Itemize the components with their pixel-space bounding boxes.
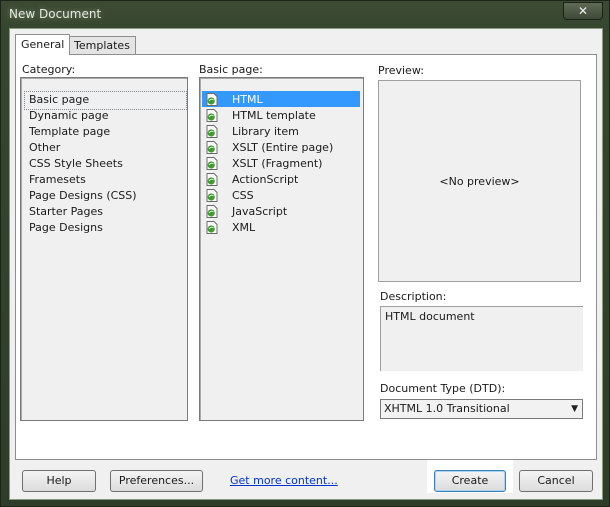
preferences-button[interactable]: Preferences... (110, 470, 203, 492)
tab-templates[interactable]: Templates (68, 36, 136, 54)
description-text: HTML document (385, 310, 475, 323)
description-label: Description: (380, 290, 447, 303)
basic-page-label: Basic page: (199, 63, 263, 76)
document-icon (206, 173, 218, 186)
document-icon (206, 221, 218, 234)
cancel-button[interactable]: Cancel (519, 470, 593, 492)
category-item-basic-page[interactable]: Basic page (29, 92, 89, 107)
basic-page-item[interactable]: HTML template (232, 108, 316, 123)
category-item-dynamic-page[interactable]: Dynamic page (29, 108, 108, 123)
general-panel: Category: Basic page Dynamic page Templa… (15, 54, 597, 460)
help-button[interactable]: Help (22, 470, 96, 492)
basic-page-item[interactable]: HTML (232, 92, 263, 107)
basic-page-item[interactable]: ActionScript (232, 172, 298, 187)
basic-page-selection (202, 91, 360, 107)
preview-pane: <No preview> (378, 80, 581, 282)
category-label: Category: (22, 63, 76, 76)
basic-page-item[interactable]: CSS (232, 188, 254, 203)
tab-general[interactable]: General (15, 34, 71, 55)
doctype-label: Document Type (DTD): (380, 382, 506, 395)
document-icon (206, 189, 218, 202)
category-item-page-designs[interactable]: Page Designs (29, 220, 103, 235)
doctype-value: XHTML 1.0 Transitional (384, 402, 510, 415)
category-item-framesets[interactable]: Framesets (29, 172, 86, 187)
chevron-down-icon[interactable]: ▼ (571, 400, 578, 418)
category-item-page-designs-css[interactable]: Page Designs (CSS) (29, 188, 137, 203)
create-button[interactable]: Create (434, 470, 506, 492)
doctype-select[interactable]: XHTML 1.0 Transitional ▼ (380, 399, 583, 419)
preview-text: <No preview> (439, 174, 520, 188)
basic-page-item[interactable]: JavaScript (232, 204, 287, 219)
basic-page-item[interactable]: Library item (232, 124, 299, 139)
document-icon (206, 205, 218, 218)
description-box: HTML document (380, 306, 583, 371)
document-icon (206, 125, 218, 138)
document-icon (206, 157, 218, 170)
basic-page-item[interactable]: XSLT (Fragment) (232, 156, 322, 171)
get-more-content-link[interactable]: Get more content... (230, 474, 338, 487)
document-icon (206, 109, 218, 122)
dialog-body: General Templates Category: Basic page D… (9, 28, 603, 500)
category-item-css-style-sheets[interactable]: CSS Style Sheets (29, 156, 123, 171)
title-bar[interactable]: New Document ✕ (1, 1, 609, 27)
window-title: New Document (9, 7, 102, 21)
basic-page-item[interactable]: XSLT (Entire page) (232, 140, 333, 155)
basic-page-list[interactable]: HTML HTML template Library item XSLT (Entir… (199, 77, 364, 421)
category-item-other[interactable]: Other (29, 140, 60, 155)
category-item-template-page[interactable]: Template page (29, 124, 110, 139)
new-document-dialog: New Document ✕ General Templates Categor… (0, 0, 610, 507)
category-list[interactable]: Basic page Dynamic page Template page Ot… (20, 77, 188, 421)
close-button[interactable]: ✕ (563, 2, 603, 20)
close-icon: ✕ (577, 4, 589, 18)
category-item-starter-pages[interactable]: Starter Pages (29, 204, 103, 219)
document-icon (206, 93, 218, 106)
basic-page-item[interactable]: XML (232, 220, 255, 235)
preview-label: Preview: (378, 64, 424, 77)
document-icon (206, 141, 218, 154)
